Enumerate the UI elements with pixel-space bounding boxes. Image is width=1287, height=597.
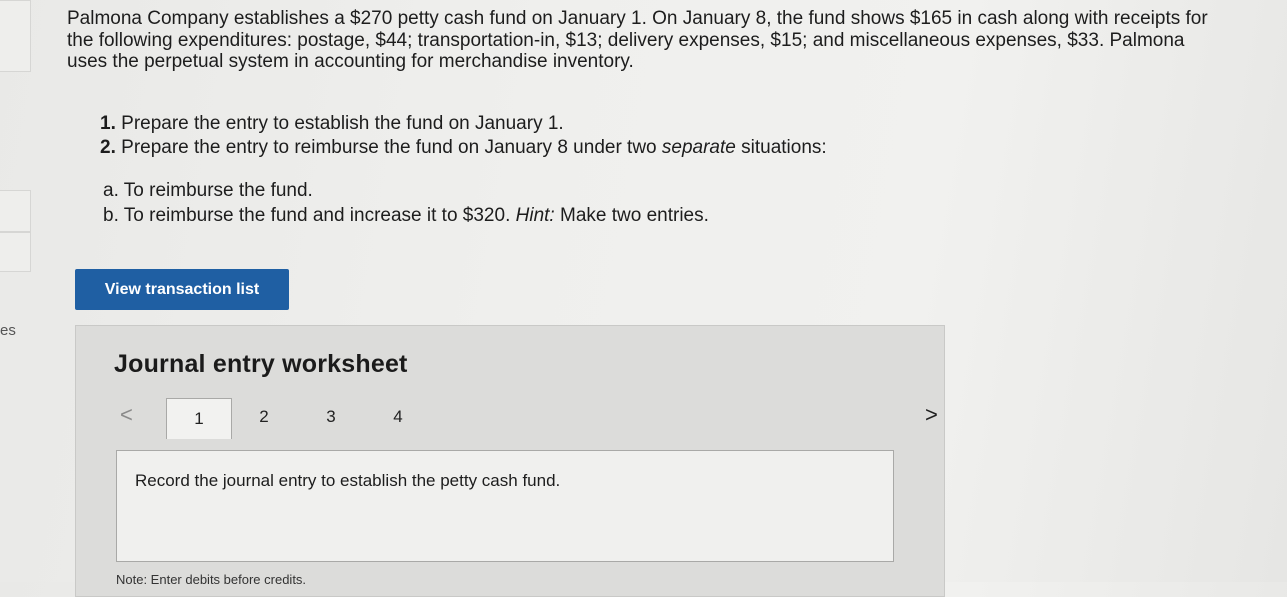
requirement-text: Prepare the entry to reimburse the fund …: [121, 137, 662, 158]
tab-entry-3[interactable]: 3: [299, 398, 363, 436]
side-tabs: es: [0, 0, 32, 582]
requirement-number: 2.: [100, 137, 116, 158]
requirements-list: 1. Prepare the entry to establish the fu…: [100, 112, 827, 160]
intro-line: the following expenditures: postage, $44…: [67, 29, 1185, 51]
tab-entry-4[interactable]: 4: [366, 398, 430, 436]
side-tab[interactable]: [0, 190, 31, 232]
sub-requirement-b: b. To reimburse the fund and increase it…: [103, 203, 709, 228]
sub-b-text: b. To reimburse the fund and increase it…: [103, 205, 516, 226]
chevron-right-icon[interactable]: >: [925, 402, 938, 428]
requirement-2: 2. Prepare the entry to reimburse the fu…: [100, 136, 827, 160]
view-transaction-list-button[interactable]: View transaction list: [75, 269, 289, 310]
journal-entry-worksheet: Journal entry worksheet < 1 2 3 4 > Reco…: [75, 325, 945, 597]
side-label: es: [0, 322, 16, 339]
requirement-emphasis: separate: [661, 137, 736, 158]
tab-entry-1[interactable]: 1: [166, 398, 232, 439]
requirement-text: Prepare the entry to establish the fund …: [121, 113, 564, 134]
intro-line: uses the perpetual system in accounting …: [67, 51, 634, 72]
entry-panel: Record the journal entry to establish th…: [116, 450, 894, 562]
requirement-number: 1.: [100, 113, 116, 134]
chevron-left-icon[interactable]: <: [120, 402, 133, 428]
problem-intro: Palmona Company establishes a $270 petty…: [67, 8, 1287, 73]
tab-entry-2[interactable]: 2: [232, 398, 296, 436]
hint-label: Hint:: [515, 205, 555, 226]
intro-line: Palmona Company establishes a $270 petty…: [67, 8, 1208, 29]
worksheet-title: Journal entry worksheet: [114, 350, 408, 378]
sub-b-hint-text: Make two entries.: [554, 205, 709, 226]
entry-pager: < 1 2 3 4 >: [112, 398, 938, 439]
sub-requirements: a. To reimburse the fund. b. To reimburs…: [103, 178, 709, 228]
side-tab[interactable]: [0, 0, 31, 72]
entry-instruction: Record the journal entry to establish th…: [135, 471, 561, 490]
requirement-1: 1. Prepare the entry to establish the fu…: [100, 112, 827, 136]
sub-requirement-a: a. To reimburse the fund.: [103, 180, 313, 201]
entry-note: Note: Enter debits before credits.: [116, 572, 307, 587]
requirement-text-end: situations:: [735, 137, 827, 158]
side-tab[interactable]: [0, 232, 31, 272]
